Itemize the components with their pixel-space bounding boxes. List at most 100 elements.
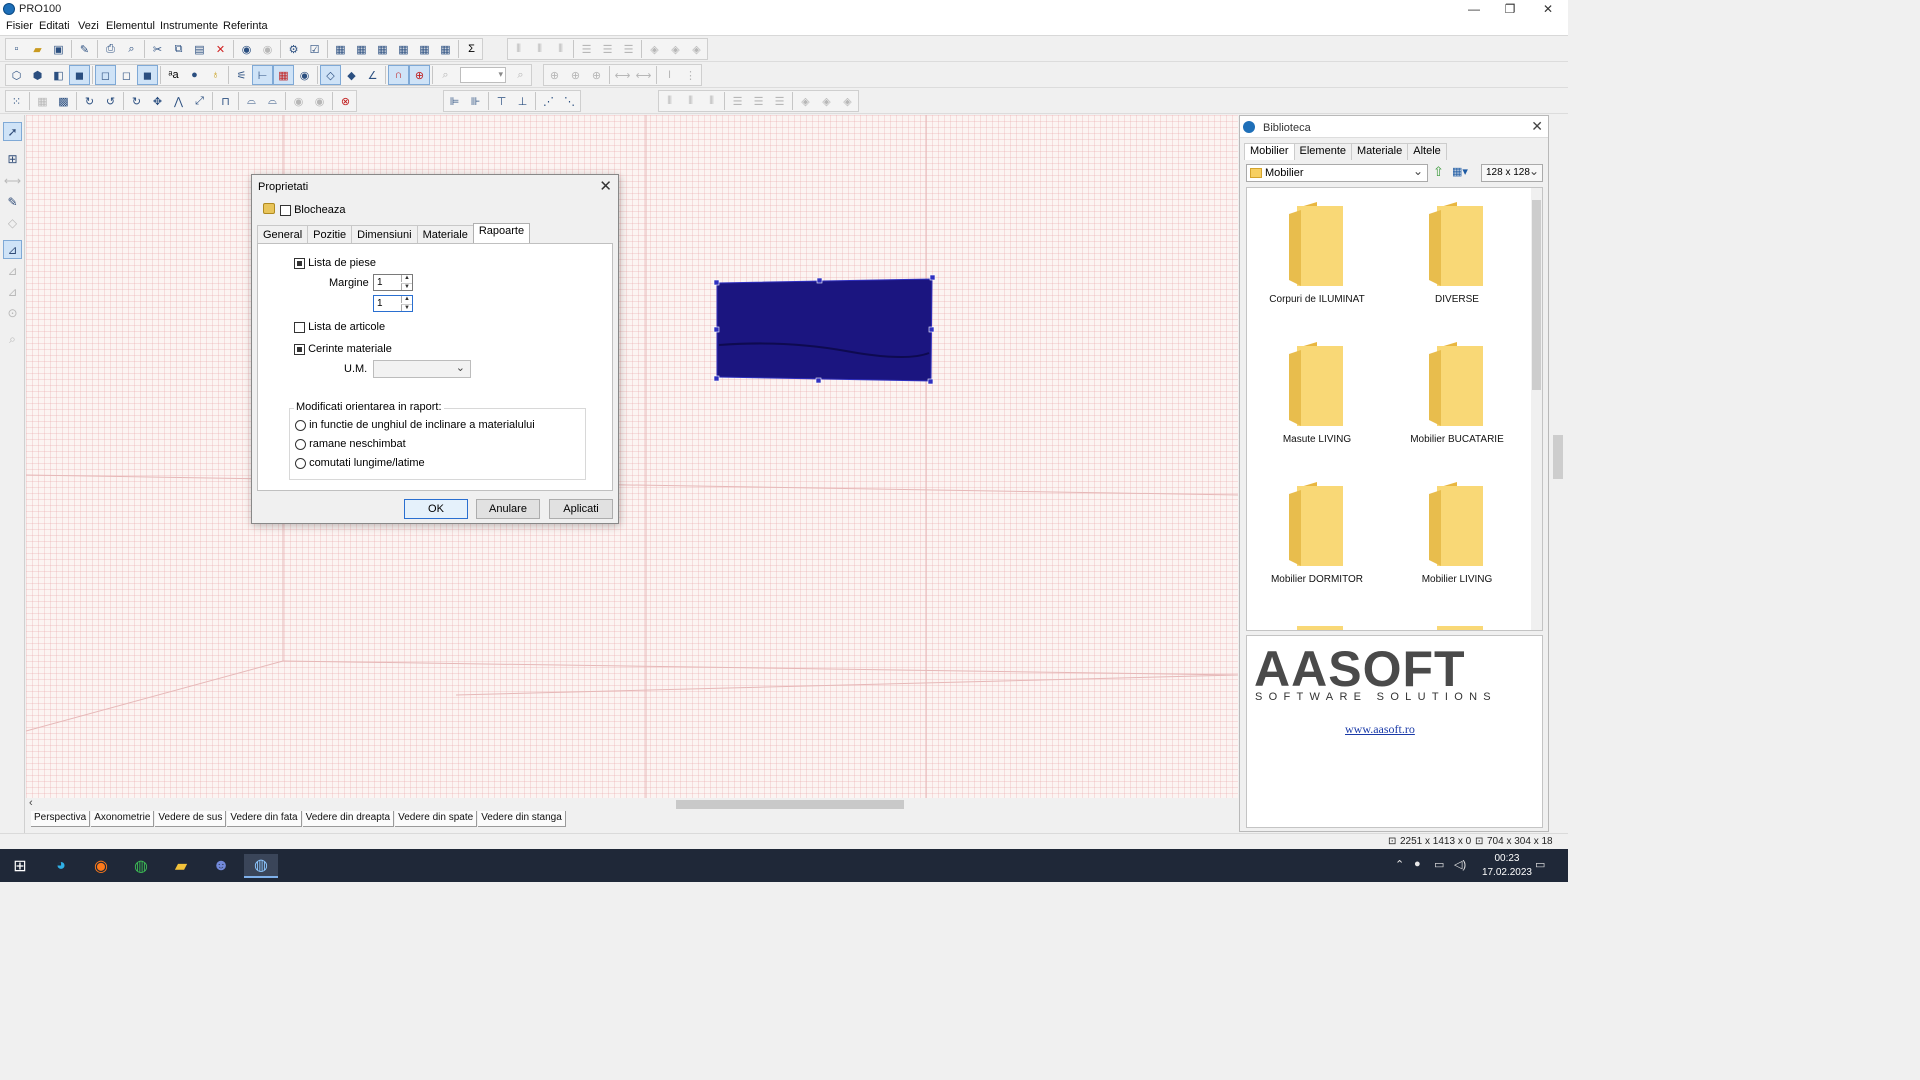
- scale-icon[interactable]: ⤢: [189, 91, 210, 111]
- box-icon[interactable]: ⬢: [27, 65, 48, 85]
- right-scrollbar[interactable]: [1549, 115, 1568, 832]
- folder-up-icon[interactable]: ⇧: [1433, 164, 1444, 180]
- spin-down-icon[interactable]: ▼: [401, 304, 412, 311]
- lista-articole-checkbox[interactable]: [294, 321, 305, 333]
- lock-check[interactable]: [280, 204, 291, 216]
- pencil-icon[interactable]: ✎: [3, 192, 22, 211]
- tab-general[interactable]: General: [257, 225, 309, 244]
- network-icon[interactable]: ▭: [1434, 858, 1444, 871]
- cerinte-checkbox[interactable]: [294, 343, 305, 355]
- dist-6-icon[interactable]: ☰: [769, 91, 790, 111]
- solid-icon[interactable]: ◼: [69, 65, 90, 85]
- um-dropdown[interactable]: [373, 360, 471, 378]
- rotate-left-icon[interactable]: ↻: [79, 91, 100, 111]
- dist-7-icon[interactable]: ◈: [795, 91, 816, 111]
- tab-axonometrie[interactable]: Axonometrie: [91, 811, 155, 827]
- tab-dimensiuni[interactable]: Dimensiuni: [351, 225, 418, 244]
- tab-mobilier[interactable]: Mobilier: [1244, 143, 1295, 160]
- ok-button[interactable]: OK: [404, 499, 468, 519]
- eraser-icon[interactable]: ◇: [3, 213, 22, 232]
- distribute-2-icon[interactable]: ◈: [665, 39, 686, 59]
- viewport-3d[interactable]: [26, 115, 1238, 798]
- open-icon[interactable]: ▰: [27, 39, 48, 59]
- dialog-close-icon[interactable]: ✕: [599, 177, 612, 195]
- tab-materiale-lib[interactable]: Materiale: [1351, 143, 1409, 160]
- show-icon[interactable]: ◉: [309, 91, 330, 111]
- radio-unghi-row[interactable]: in functie de unghiul de inclinare a mat…: [295, 419, 535, 431]
- bulb-icon[interactable]: ♁: [205, 65, 226, 85]
- select-all-icon[interactable]: ⁙: [6, 91, 27, 111]
- settings-icon[interactable]: ⚙: [283, 39, 304, 59]
- library-scroll-thumb[interactable]: [1532, 200, 1541, 390]
- view5-icon[interactable]: ▦: [414, 39, 435, 59]
- horizontal-scrollbar[interactable]: ‹: [26, 797, 1238, 811]
- scroll-thumb[interactable]: [676, 800, 904, 809]
- text-icon[interactable]: ᵃa: [163, 65, 184, 85]
- folder-item[interactable]: Mobilier DORMITOR: [1247, 468, 1387, 598]
- view3-icon[interactable]: ▦: [372, 39, 393, 59]
- dim-h2-icon[interactable]: ⟷: [633, 65, 654, 85]
- save-icon[interactable]: ▣: [48, 39, 69, 59]
- print-preview-icon[interactable]: ⌕: [121, 39, 142, 59]
- light-icon[interactable]: ●: [184, 65, 205, 85]
- menu-fisier[interactable]: Fisier: [6, 20, 33, 32]
- delete-icon[interactable]: ✕: [210, 39, 231, 59]
- grid-icon[interactable]: ▦: [273, 65, 294, 85]
- magnet-icon[interactable]: ∩: [388, 65, 409, 85]
- hatch-icon[interactable]: ⚟: [231, 65, 252, 85]
- notifications-icon[interactable]: ▭: [1535, 858, 1545, 871]
- volume-icon[interactable]: ◁): [1454, 858, 1466, 871]
- tab-vedere-din-dreapta[interactable]: Vedere din dreapta: [302, 811, 395, 827]
- chart-tool-icon[interactable]: ⊿: [3, 240, 22, 259]
- menu-editati[interactable]: Editati: [39, 20, 70, 32]
- sum-icon[interactable]: Σ: [461, 39, 482, 59]
- thumb-size-dropdown[interactable]: 128 x 128: [1481, 164, 1543, 182]
- chrome-icon[interactable]: ◍: [124, 854, 158, 878]
- folder-item-partial[interactable]: [1387, 608, 1527, 630]
- dist-5-icon[interactable]: ☰: [748, 91, 769, 111]
- folder-item[interactable]: Mobilier BUCATARIE: [1387, 328, 1527, 458]
- view6-icon[interactable]: ▦: [435, 39, 456, 59]
- pointer-icon[interactable]: ➚: [3, 122, 22, 141]
- spin-up-icon[interactable]: ▲: [401, 275, 412, 282]
- arrange-5-icon[interactable]: ⋰: [538, 91, 559, 111]
- right-scroll-thumb[interactable]: [1553, 435, 1563, 479]
- view2-icon[interactable]: ▦: [351, 39, 372, 59]
- tool-9-icon[interactable]: ⊙: [3, 303, 22, 322]
- dim-h-icon[interactable]: ⟷: [612, 65, 633, 85]
- align-middle-icon[interactable]: ☰: [597, 39, 618, 59]
- edge-icon[interactable]: ◕: [44, 854, 78, 878]
- frame-icon[interactable]: ◻: [95, 65, 116, 85]
- lock-checkbox[interactable]: Blocheaza: [280, 204, 345, 216]
- tab-rapoarte[interactable]: Rapoarte: [472, 223, 531, 244]
- shade-icon[interactable]: ◧: [48, 65, 69, 85]
- arrange-2-icon[interactable]: ⊪: [465, 91, 486, 111]
- radio-comutati-row[interactable]: comutati lungime/latime: [295, 457, 425, 469]
- bend-icon[interactable]: ⌓: [241, 91, 262, 111]
- tab-materiale[interactable]: Materiale: [416, 225, 474, 244]
- snap2-icon[interactable]: ◆: [341, 65, 362, 85]
- tab-vedere-din-stanga[interactable]: Vedere din stanga: [478, 811, 566, 827]
- lista-piese-checkbox[interactable]: [294, 257, 305, 269]
- menu-elementul[interactable]: Elementul: [106, 20, 155, 32]
- refresh-icon[interactable]: ↻: [126, 91, 147, 111]
- margine-spin-1[interactable]: 1 ▲ ▼: [373, 274, 413, 291]
- zoom-tool-icon[interactable]: ⌕: [3, 330, 22, 349]
- menu-instrumente[interactable]: Instrumente: [160, 20, 218, 32]
- radio-neschimbat[interactable]: [295, 438, 306, 450]
- file-explorer-icon[interactable]: ▰: [164, 854, 198, 878]
- dist-3-icon[interactable]: ⫴: [701, 91, 722, 111]
- library-scrollbar[interactable]: [1531, 188, 1542, 630]
- redo-icon[interactable]: ◉: [257, 39, 278, 59]
- hide-icon[interactable]: ◉: [288, 91, 309, 111]
- folder-item[interactable]: Mobilier LIVING: [1387, 468, 1527, 598]
- dist-4-icon[interactable]: ☰: [727, 91, 748, 111]
- view-mode-icon[interactable]: ▦▾: [1452, 165, 1468, 178]
- dimension-tool-icon[interactable]: ⊞: [3, 149, 22, 168]
- tab-altele[interactable]: Altele: [1407, 143, 1447, 160]
- view1-icon[interactable]: ▦: [330, 39, 351, 59]
- measure-2-icon[interactable]: ⊕: [565, 65, 586, 85]
- tool-7-icon[interactable]: ⊿: [3, 261, 22, 280]
- firefox-icon[interactable]: ◉: [84, 854, 118, 878]
- measure-tool-icon[interactable]: ⟷: [3, 171, 22, 190]
